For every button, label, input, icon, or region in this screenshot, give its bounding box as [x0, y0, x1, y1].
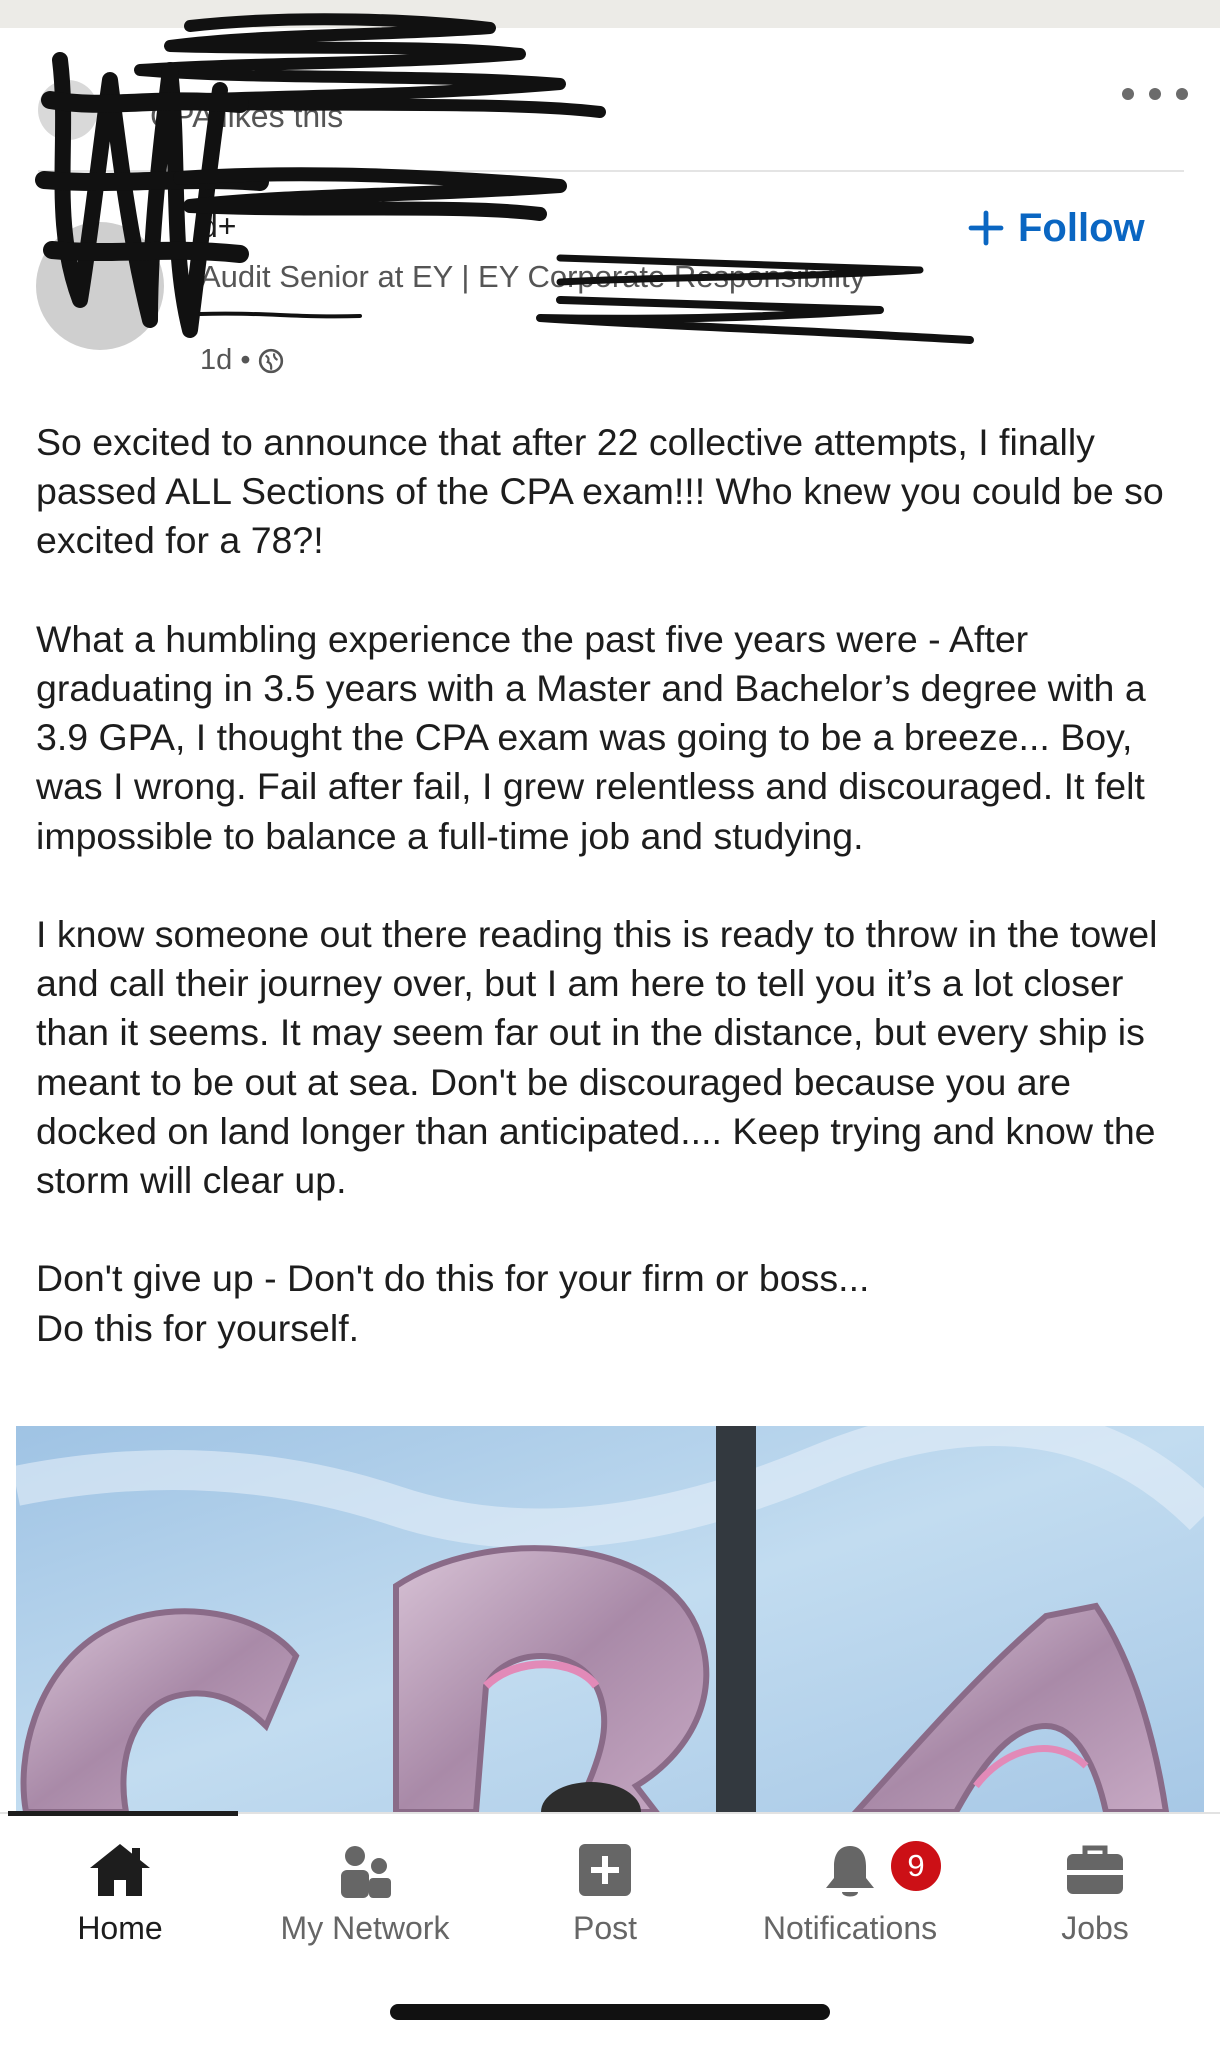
follow-button[interactable]: Follow [968, 200, 1145, 256]
liker-avatar [38, 80, 98, 140]
nav-post[interactable]: Post [540, 1828, 670, 1948]
more-options-icon[interactable] [1118, 72, 1192, 112]
social-proof-row: CPA likes this [0, 28, 1220, 170]
nav-jobs[interactable]: Jobs [1030, 1828, 1160, 1948]
social-proof-text: CPA likes this [150, 98, 344, 134]
nav-my-network-label: My Network [280, 1910, 450, 1946]
post-paragraph: Don't give up - Don't do this for your f… [36, 1257, 870, 1349]
post-time: 1d • [200, 344, 251, 376]
plus-icon [968, 210, 1004, 246]
top-strip [0, 0, 1220, 28]
post-paragraph: What a humbling experience the past five… [36, 617, 1146, 857]
briefcase-icon [1067, 1845, 1123, 1894]
follow-label: Follow [1018, 205, 1145, 250]
bell-icon [826, 1846, 874, 1897]
notifications-badge: 9 [888, 1838, 944, 1894]
network-icon [341, 1846, 391, 1898]
nav-home-label: Home [77, 1910, 163, 1946]
nav-post-label: Post [572, 1910, 638, 1946]
divider [38, 170, 1184, 172]
post-body: So excited to announce that after 22 col… [36, 418, 1186, 1402]
nav-jobs-label: Jobs [1061, 1910, 1129, 1946]
author-headline: Audit Senior at EY | EY Corporate Respon… [200, 259, 866, 294]
home-icon [90, 1844, 150, 1896]
nav-home[interactable]: Home [40, 1828, 200, 1948]
post-meta: 1d • [200, 344, 284, 377]
post-paragraph: I know someone out there reading this is… [36, 913, 1158, 1202]
home-indicator-bar [390, 2004, 830, 2020]
author-avatar[interactable] [36, 222, 164, 350]
post-image[interactable] [16, 1426, 1204, 1812]
pole [716, 1426, 756, 1812]
author-name[interactable]: d+ [200, 208, 236, 245]
globe-icon [259, 348, 284, 373]
post-paragraph: So excited to announce that after 22 col… [36, 421, 1164, 562]
nav-my-network[interactable]: My Network [250, 1828, 480, 1948]
post-plus-icon [579, 1844, 631, 1896]
nav-notifications[interactable]: 9 Notifications [740, 1828, 960, 1948]
active-tab-indicator [8, 1811, 238, 1816]
nav-notifications-label: Notifications [762, 1910, 938, 1946]
